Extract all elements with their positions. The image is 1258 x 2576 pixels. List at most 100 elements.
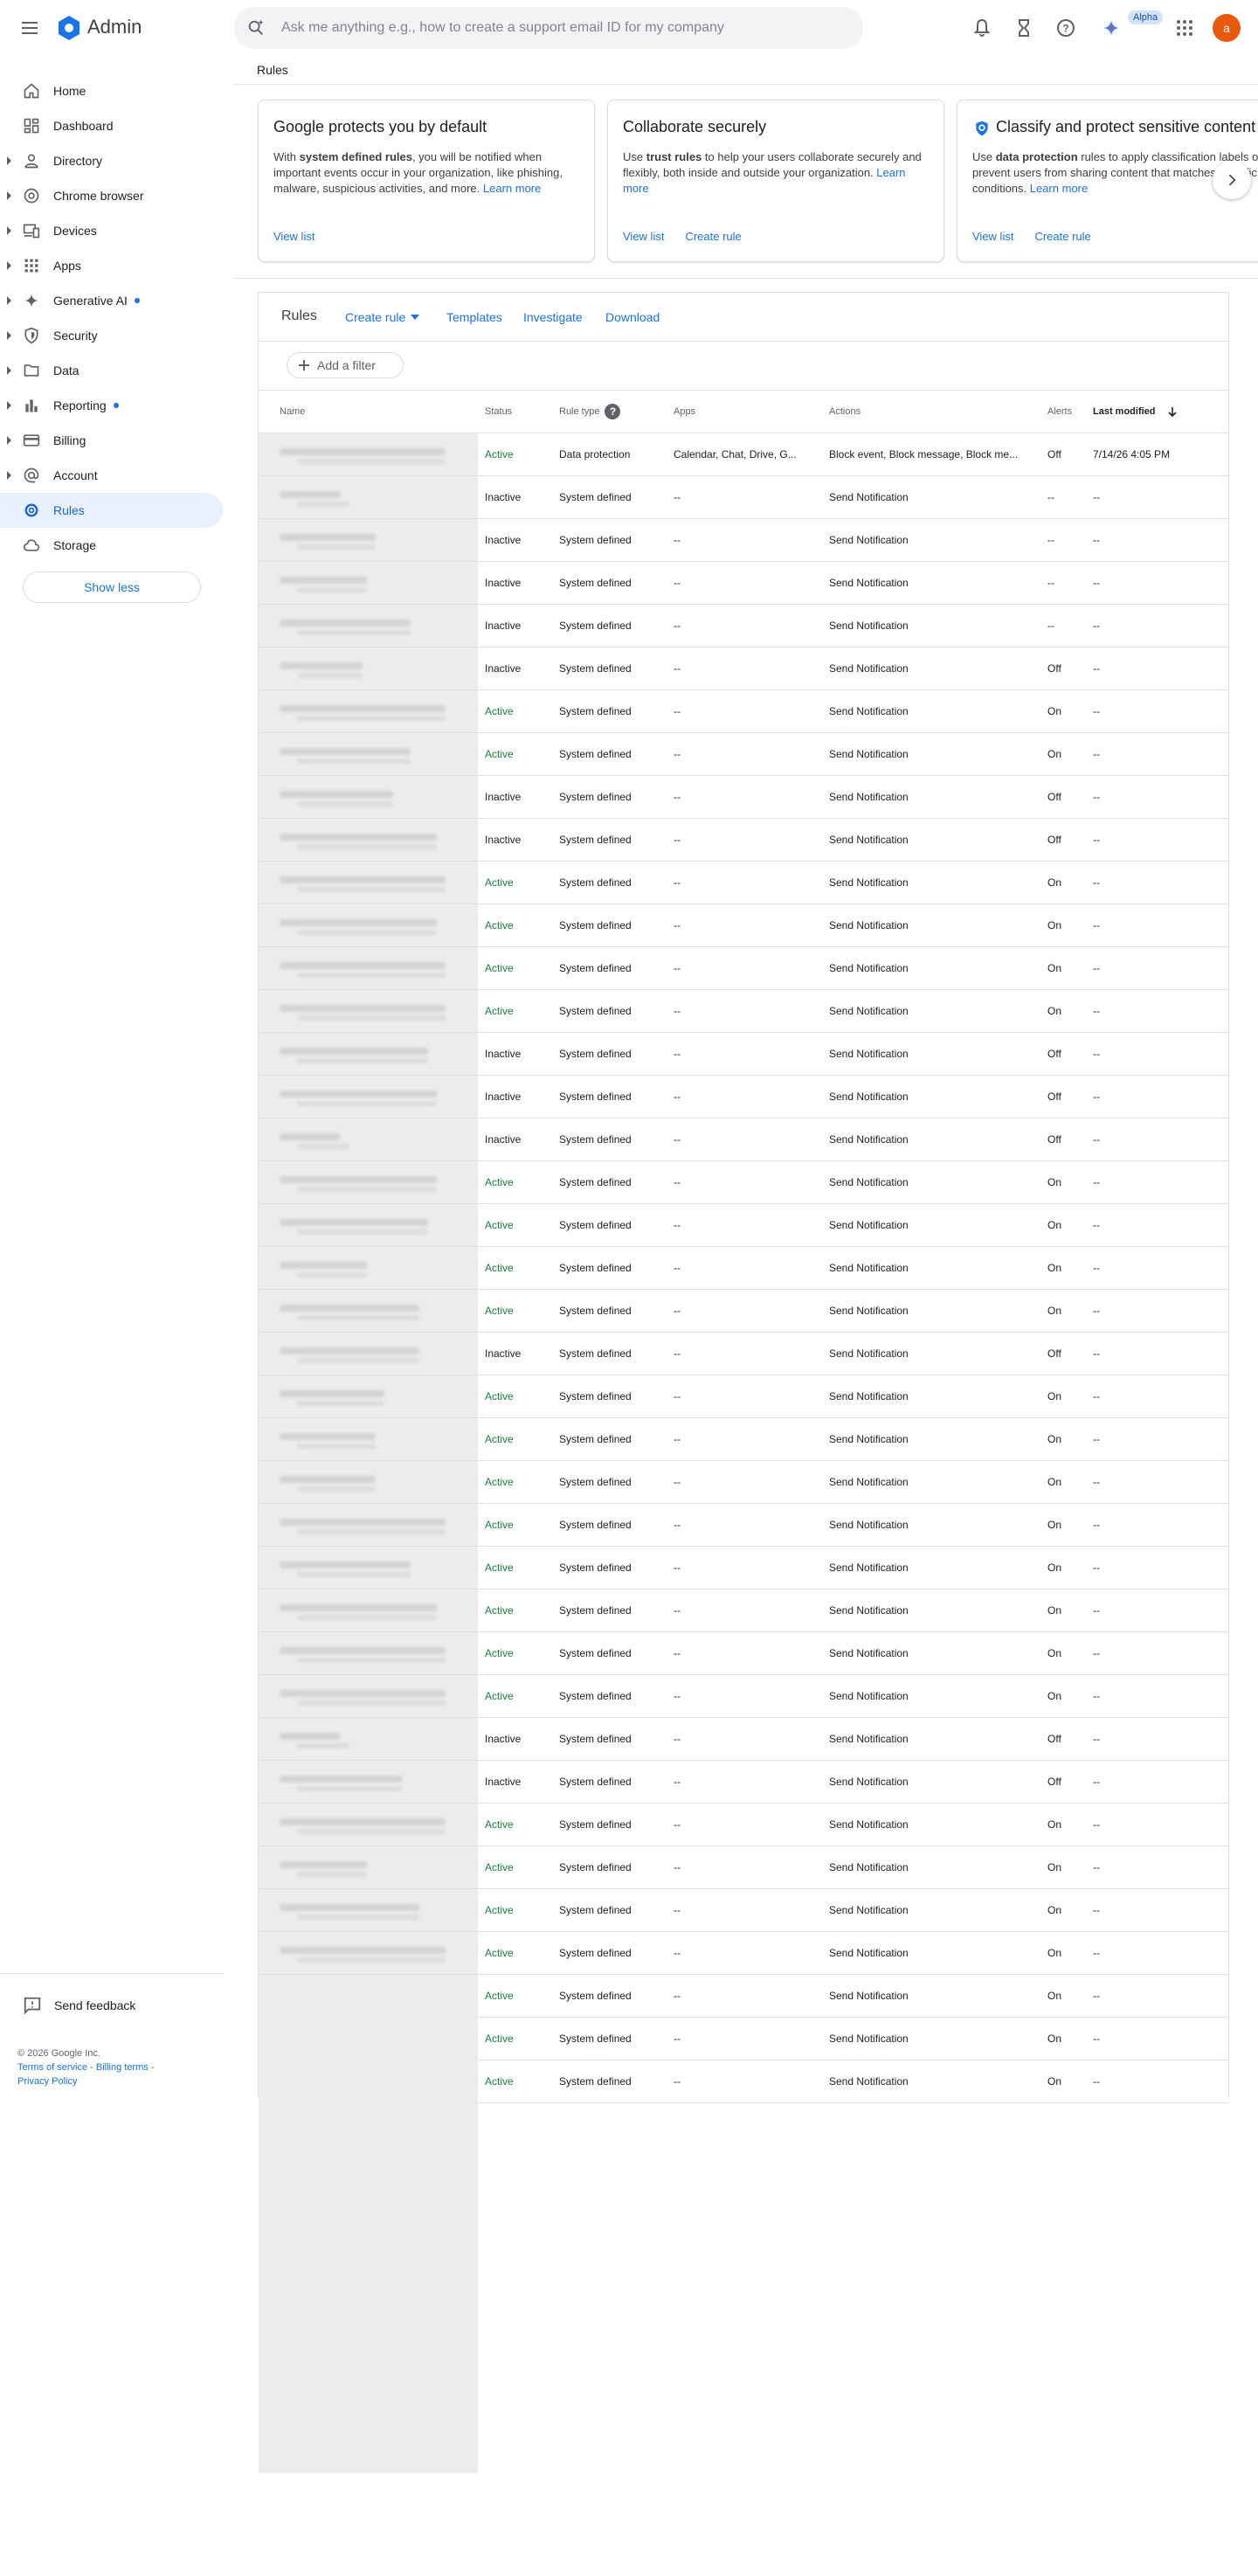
rule-name-cell-redacted[interactable] bbox=[259, 1803, 478, 1846]
send-feedback-button[interactable]: Send feedback bbox=[23, 1996, 135, 2015]
billing-terms-link[interactable]: Billing terms bbox=[96, 2062, 149, 2073]
rule-name-cell-redacted[interactable] bbox=[259, 1203, 478, 1247]
learn-more-link[interactable]: Learn more bbox=[1030, 182, 1088, 195]
investigate-link[interactable]: Investigate bbox=[523, 310, 583, 324]
table-row[interactable]: Active System defined -- Send Notification O… bbox=[259, 1845, 1228, 1889]
expand-caret-icon[interactable] bbox=[7, 226, 11, 235]
table-row[interactable]: Inactive System defined -- Send Notificatio… bbox=[259, 604, 1228, 647]
sidebar-item-apps[interactable]: Apps bbox=[0, 248, 224, 283]
table-row[interactable]: Inactive System defined -- Send Notificatio… bbox=[259, 647, 1228, 690]
table-row[interactable]: Active System defined -- Send Notification O… bbox=[259, 946, 1228, 990]
app-title[interactable]: Admin bbox=[87, 16, 142, 38]
rule-name-cell-redacted[interactable] bbox=[259, 1460, 478, 1504]
terms-link[interactable]: Terms of service bbox=[17, 2062, 87, 2073]
create-rule-dropdown[interactable]: Create rule bbox=[345, 310, 420, 324]
table-row[interactable]: Active System defined -- Send Notification O… bbox=[259, 689, 1228, 733]
main-menu-button[interactable] bbox=[19, 17, 40, 38]
rule-name-cell-redacted[interactable] bbox=[259, 1246, 478, 1290]
rule-name-cell-redacted[interactable] bbox=[259, 1332, 478, 1375]
sidebar-item-devices[interactable]: Devices bbox=[0, 213, 224, 248]
gemini-sparkle-icon[interactable] bbox=[1101, 17, 1122, 38]
table-row[interactable]: Active System defined -- Send Notification O… bbox=[259, 1246, 1228, 1290]
table-row[interactable]: Active System defined -- Send Notification O… bbox=[259, 1460, 1228, 1504]
sidebar-item-account[interactable]: Account bbox=[0, 458, 224, 493]
cards-next-button[interactable] bbox=[1213, 161, 1251, 199]
col-header-actions[interactable]: Actions bbox=[822, 391, 1040, 433]
table-row[interactable]: Active System defined -- Send Notification O… bbox=[259, 1674, 1228, 1718]
rule-name-cell-redacted[interactable] bbox=[259, 1717, 478, 1761]
table-row[interactable]: Inactive System defined -- Send Notificatio… bbox=[259, 1760, 1228, 1804]
rule-name-cell-redacted[interactable] bbox=[259, 904, 478, 947]
rule-name-cell-redacted[interactable] bbox=[259, 475, 478, 519]
rule-name-cell-redacted[interactable] bbox=[259, 1289, 478, 1333]
rule-name-cell-redacted[interactable] bbox=[259, 1888, 478, 1932]
help-icon[interactable]: ? bbox=[1055, 17, 1076, 38]
view-list-link[interactable]: View list bbox=[273, 230, 314, 243]
account-avatar[interactable]: a bbox=[1213, 14, 1241, 42]
create-rule-link[interactable]: Create rule bbox=[685, 230, 741, 243]
privacy-link[interactable]: Privacy Policy bbox=[17, 2076, 77, 2087]
sidebar-item-home[interactable]: Home bbox=[0, 73, 224, 108]
table-row[interactable]: Inactive System defined -- Send Notificatio… bbox=[259, 1332, 1228, 1375]
rule-name-cell-redacted[interactable] bbox=[259, 1845, 478, 1889]
table-row[interactable]: Inactive System defined -- Send Notificatio… bbox=[259, 561, 1228, 605]
table-row[interactable]: Active System defined -- Send Notification O… bbox=[259, 904, 1228, 947]
rule-name-cell-redacted[interactable] bbox=[259, 1417, 478, 1461]
col-header-status[interactable]: Status bbox=[478, 391, 552, 433]
table-row[interactable]: Active System defined -- Send Notification O… bbox=[259, 1289, 1228, 1333]
expand-caret-icon[interactable] bbox=[7, 401, 11, 410]
download-link[interactable]: Download bbox=[605, 310, 660, 324]
table-row[interactable]: Active System defined -- Send Notification O… bbox=[259, 1503, 1228, 1547]
table-row[interactable]: Inactive System defined -- Send Notificatio… bbox=[259, 818, 1228, 862]
col-header-rule-type[interactable]: Rule type? bbox=[552, 391, 667, 433]
view-list-link[interactable]: View list bbox=[623, 230, 664, 243]
col-header-apps[interactable]: Apps bbox=[667, 391, 822, 433]
table-row[interactable]: Active System defined -- Send Notification O… bbox=[259, 1631, 1228, 1675]
expand-caret-icon[interactable] bbox=[7, 261, 11, 270]
expand-caret-icon[interactable] bbox=[7, 436, 11, 445]
table-row[interactable]: Inactive System defined -- Send Notificatio… bbox=[259, 1118, 1228, 1161]
rule-name-cell-redacted[interactable] bbox=[259, 604, 478, 647]
table-row[interactable]: Inactive System defined -- Send Notificatio… bbox=[259, 518, 1228, 562]
rule-name-cell-redacted[interactable] bbox=[259, 647, 478, 690]
notifications-bell-icon[interactable] bbox=[971, 17, 992, 38]
rule-name-cell-redacted[interactable] bbox=[259, 732, 478, 776]
table-row[interactable]: Inactive System defined -- Send Notificatio… bbox=[259, 775, 1228, 819]
rule-name-cell-redacted[interactable] bbox=[259, 1375, 478, 1418]
create-rule-link[interactable]: Create rule bbox=[1034, 230, 1090, 243]
sidebar-item-rules[interactable]: Rules bbox=[0, 493, 223, 528]
rule-name-cell-redacted[interactable] bbox=[259, 561, 478, 605]
rule-name-cell-redacted[interactable] bbox=[259, 1118, 478, 1161]
learn-more-link[interactable]: Learn more bbox=[483, 182, 541, 195]
table-row[interactable]: Active Data protection Calendar, Chat, Dri… bbox=[259, 433, 1228, 476]
sidebar-item-storage[interactable]: Storage bbox=[0, 528, 224, 563]
expand-caret-icon[interactable] bbox=[7, 471, 11, 480]
rule-name-cell-redacted[interactable] bbox=[259, 1931, 478, 1975]
rule-name-cell-redacted[interactable] bbox=[259, 989, 478, 1033]
sidebar-item-data[interactable]: Data bbox=[0, 353, 224, 388]
show-less-button[interactable]: Show less bbox=[23, 571, 201, 603]
table-row[interactable]: Inactive System defined -- Send Notificatio… bbox=[259, 1032, 1228, 1076]
table-row[interactable]: Active System defined -- Send Notification O… bbox=[259, 1375, 1228, 1418]
rule-name-cell-redacted[interactable] bbox=[259, 1631, 478, 1675]
table-row[interactable]: Active System defined -- Send Notification O… bbox=[259, 861, 1228, 904]
rule-name-cell-redacted[interactable] bbox=[259, 775, 478, 819]
sidebar-item-generative-ai[interactable]: Generative AI bbox=[0, 283, 224, 318]
rule-name-cell-redacted[interactable] bbox=[259, 433, 478, 476]
sidebar-item-security[interactable]: Security bbox=[0, 318, 224, 353]
rule-name-cell-redacted[interactable] bbox=[259, 861, 478, 904]
rule-name-cell-redacted[interactable] bbox=[259, 946, 478, 990]
table-row[interactable]: Active System defined -- Send Notification O… bbox=[259, 1888, 1228, 1932]
col-header-alerts[interactable]: Alerts bbox=[1040, 391, 1086, 433]
rule-name-cell-redacted[interactable] bbox=[259, 1546, 478, 1589]
search-bar[interactable] bbox=[234, 7, 863, 49]
table-row[interactable]: Active System defined -- Send Notification O… bbox=[259, 1417, 1228, 1461]
expand-caret-icon[interactable] bbox=[7, 191, 11, 200]
hourglass-tasks-icon[interactable] bbox=[1013, 17, 1034, 38]
rule-name-cell-redacted[interactable] bbox=[259, 1075, 478, 1118]
search-input[interactable] bbox=[281, 7, 849, 49]
rule-name-cell-redacted[interactable] bbox=[259, 818, 478, 862]
view-list-link[interactable]: View list bbox=[972, 230, 1013, 243]
table-row[interactable]: Inactive System defined -- Send Notificatio… bbox=[259, 1075, 1228, 1118]
table-row[interactable]: Active System defined -- Send Notification O… bbox=[259, 1203, 1228, 1247]
